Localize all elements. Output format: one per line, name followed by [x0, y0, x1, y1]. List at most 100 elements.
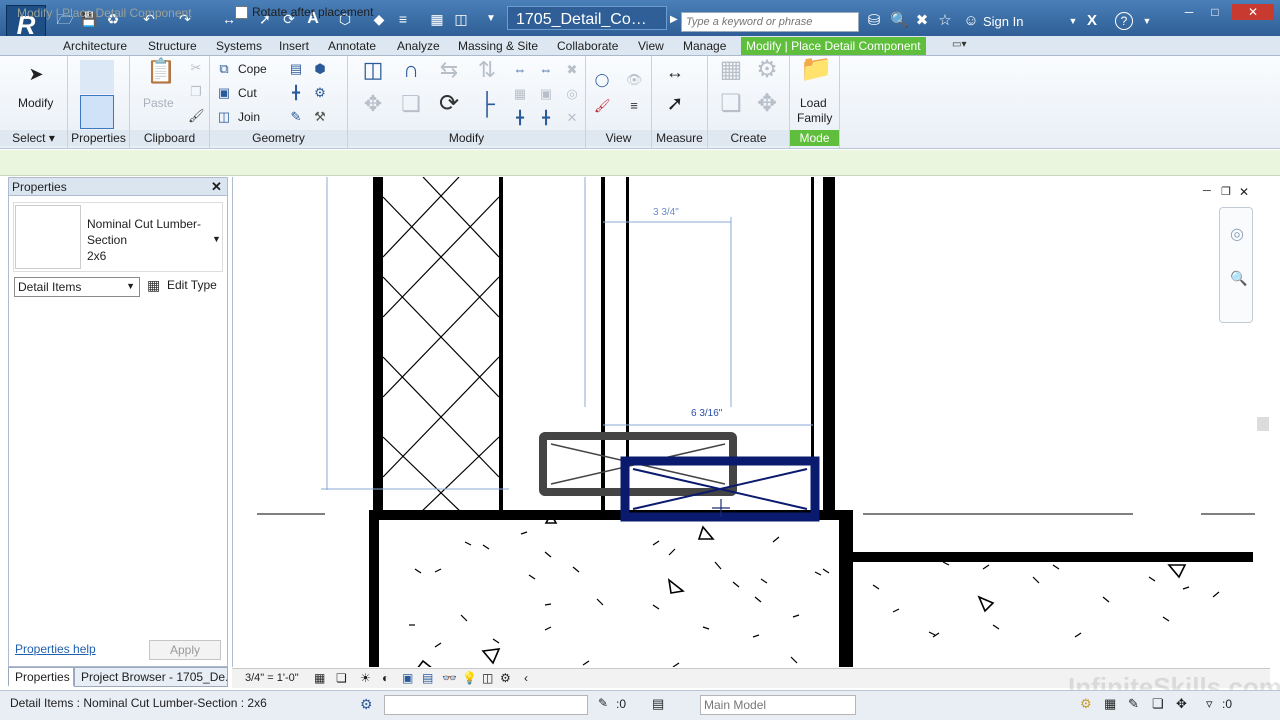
view-scale[interactable]: 3/4" = 1'-0" [245, 672, 299, 684]
tab-analyze[interactable]: Analyze [394, 37, 443, 55]
split-face-icon[interactable]: ▤ [288, 61, 304, 77]
measure-icon[interactable]: ↔ [660, 63, 690, 81]
unpin-icon[interactable]: ✖ [564, 62, 580, 78]
crop-view-icon[interactable]: ▣ [402, 671, 413, 685]
sign-in-dropdown-icon[interactable]: ▼ [1064, 12, 1082, 30]
demolish-icon[interactable]: ⚙ [312, 85, 328, 101]
cut-geometry-icon[interactable]: ▣ [216, 85, 232, 101]
design-option-select[interactable]: Main Model [700, 695, 856, 715]
load-family-icon[interactable]: 📁 [800, 55, 832, 92]
load-family-line2[interactable]: Family [797, 111, 832, 125]
create-parts-icon[interactable]: ⚙ [752, 58, 782, 92]
tab-collaborate[interactable]: Collaborate [554, 37, 621, 55]
sun-path-icon[interactable]: ☀ [360, 671, 371, 685]
create-group-icon[interactable]: ❏ [716, 92, 746, 126]
select-underlay-icon[interactable]: ▦ [1104, 696, 1116, 712]
tab-systems[interactable]: Systems [213, 37, 265, 55]
scale-icon[interactable]: ▣ [538, 86, 554, 102]
rotate-after-placement-checkbox[interactable] [235, 6, 248, 19]
pin-icon[interactable]: ◎ [564, 86, 580, 102]
create-assembly-icon[interactable]: ▦ [716, 58, 746, 92]
close-hidden-icon[interactable]: ▦ [428, 10, 446, 28]
apply-button[interactable]: Apply [149, 640, 221, 660]
array-icon[interactable]: ▦ [512, 86, 528, 102]
zoom-region-icon[interactable]: 🔍 [1230, 270, 1247, 287]
cut-scissors-icon[interactable]: ✂ [188, 60, 204, 76]
hammer-icon[interactable]: ⚒ [312, 109, 328, 125]
editing-requests-icon[interactable]: ✎ [598, 696, 608, 710]
offset-icon[interactable]: ∩ [396, 59, 426, 92]
tab-insert[interactable]: Insert [276, 37, 312, 55]
vertical-scrollbar-thumb[interactable] [1257, 417, 1269, 431]
join-icon[interactable]: ◫ [216, 109, 232, 125]
align-icon[interactable]: ◫ [358, 59, 388, 92]
scroll-left-icon[interactable]: ‹ [524, 671, 528, 685]
close-window-icon[interactable]: ✕ [1232, 4, 1274, 20]
temporary-hide-icon[interactable]: 👓 [442, 671, 457, 685]
cut-geometry-button[interactable]: Cut [238, 86, 257, 100]
ribbon-minimize-icon[interactable]: ▭▾ [952, 39, 978, 53]
sign-in-button[interactable]: Sign In [983, 14, 1023, 29]
load-family-line1[interactable]: Load [800, 96, 827, 110]
tab-properties-palette[interactable]: Properties [8, 667, 74, 687]
split-icon[interactable]: ⇔ [512, 62, 528, 78]
trim-single-icon[interactable]: ╋ [538, 110, 554, 126]
paste-button[interactable]: Paste [143, 96, 174, 110]
show-crop-icon[interactable]: ▤ [422, 671, 433, 685]
worksets-icon[interactable]: ⚙ [360, 696, 373, 713]
tab-structure[interactable]: Structure [145, 37, 200, 55]
temporary-view-icon[interactable]: ◫ [482, 671, 493, 685]
hide-lines-icon[interactable]: ≡ [626, 98, 642, 114]
switch-windows-icon[interactable]: ◫ [452, 10, 470, 28]
delete-icon[interactable]: ✕ [564, 110, 580, 126]
join-button[interactable]: Join [238, 110, 260, 124]
select-links-icon[interactable]: ⚙ [1080, 696, 1092, 712]
view-restore-icon[interactable]: ❐ [1221, 185, 1231, 198]
type-properties-icon[interactable] [80, 60, 114, 94]
linework-icon[interactable]: ✎ [288, 109, 304, 125]
tab-annotate[interactable]: Annotate [325, 37, 379, 55]
analytical-model-icon[interactable]: ⚙ [500, 671, 511, 685]
tab-view[interactable]: View [635, 37, 667, 55]
search-expand-icon[interactable]: ▶ [670, 14, 678, 25]
select-by-face-icon[interactable]: ❏ [1152, 696, 1164, 712]
edit-type-icon[interactable]: ▦ [147, 277, 160, 294]
shadows-icon[interactable]: ◐ [382, 671, 389, 685]
linework-brush-icon[interactable]: 🖌 [594, 98, 611, 114]
close-properties-icon[interactable]: ✕ [211, 179, 222, 195]
tab-project-browser[interactable]: Project Browser - 1705_De... [74, 667, 228, 687]
rotate-icon[interactable]: ⟳ [434, 92, 464, 126]
paste-icon[interactable]: 📋 [146, 60, 176, 90]
mirror-draw-icon[interactable]: ⇅ [472, 59, 502, 92]
wall-joins-icon[interactable]: ╋ [288, 85, 304, 101]
exchange-apps-icon[interactable]: X [1083, 12, 1101, 30]
view-close-icon[interactable]: ✕ [1239, 185, 1249, 199]
steering-wheel-icon[interactable]: ◎ [1230, 224, 1244, 244]
override-graphics-icon[interactable]: ◯ [594, 72, 610, 88]
drawing-canvas[interactable]: 3 3/4" 6 3/16" ─ ❐ ✕ ◎ 🔍 [232, 177, 1270, 667]
maximize-window-icon[interactable]: □ [1204, 4, 1226, 20]
thin-lines-icon[interactable]: ≡ [394, 10, 412, 28]
rotate-after-placement-label[interactable]: Rotate after placement [252, 5, 373, 19]
favorites-icon[interactable]: ☆ [936, 12, 954, 30]
instance-category-select[interactable]: Detail Items ▼ [14, 277, 140, 297]
properties-help-link[interactable]: Properties help [15, 642, 96, 656]
active-workset-select[interactable] [384, 695, 588, 715]
mirror-axis-icon[interactable]: ⇆ [434, 59, 464, 92]
select-pinned-icon[interactable]: ✎ [1128, 696, 1139, 712]
drag-elements-icon[interactable]: ✥ [1176, 696, 1187, 712]
select-panel-label[interactable]: Select ▾ [0, 130, 67, 146]
edit-type-button[interactable]: Edit Type [167, 278, 217, 292]
copy-icon[interactable]: ❐ [188, 84, 204, 100]
help-button[interactable]: ? [1115, 12, 1133, 30]
tab-modify-place-detail-component[interactable]: Modify | Place Detail Component [741, 37, 926, 55]
filter-icon[interactable]: ▿ [1206, 696, 1213, 712]
aligned-dimension-ribbon-icon[interactable]: ➚ [660, 94, 690, 114]
match-type-icon[interactable]: 🖌 [188, 108, 205, 124]
paint-icon[interactable]: ⬢ [312, 61, 328, 77]
design-options-icon[interactable]: ▤ [652, 696, 664, 712]
hide-icon[interactable]: 👁 [626, 72, 643, 88]
cope-button[interactable]: Cope [238, 62, 267, 76]
copy-element-icon[interactable]: ❏ [396, 93, 426, 126]
communication-icon[interactable]: ✖ [913, 12, 931, 30]
